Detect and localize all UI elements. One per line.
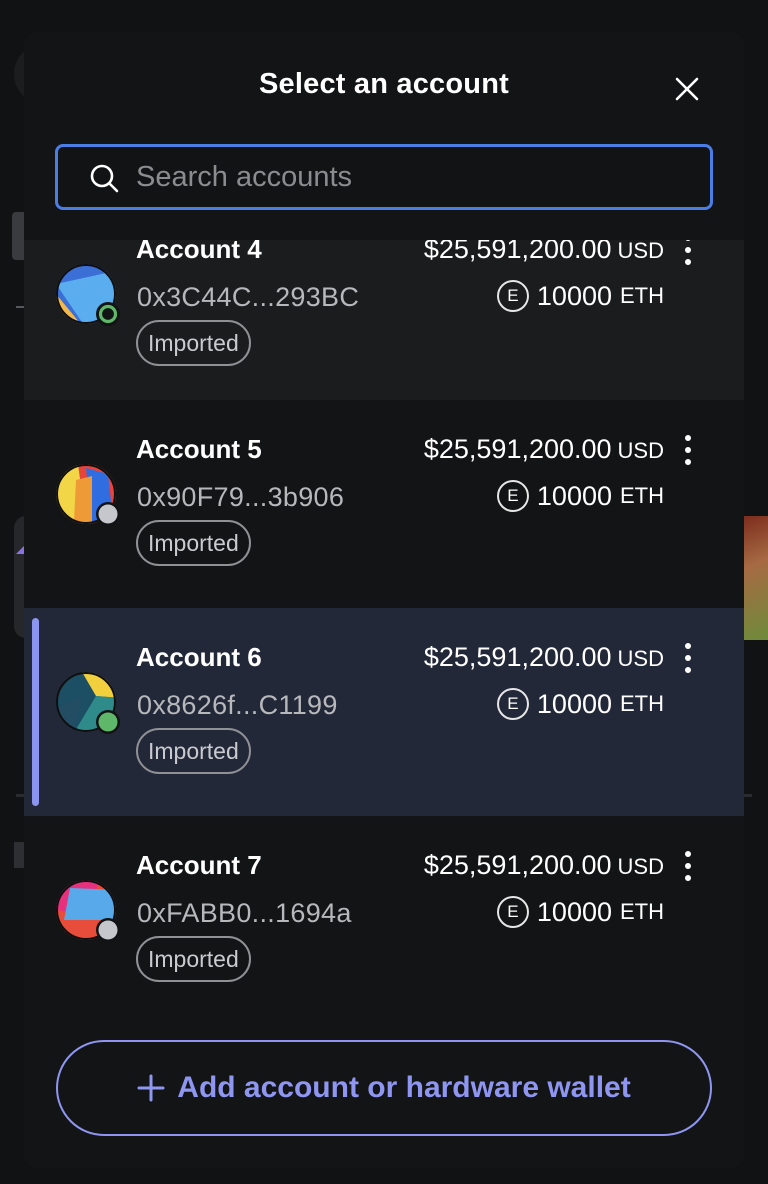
usd-balance: $25,591,200.00 USD bbox=[424, 850, 664, 881]
eth-amount: 10000 bbox=[536, 480, 612, 511]
account-list: Account 4 0x3C44C...293BC Imported $25,5… bbox=[24, 240, 744, 1024]
usd-balance: $25,591,200.00 USD bbox=[424, 240, 664, 265]
eth-balance: E 10000 ETH bbox=[496, 280, 664, 312]
usd-amount: $25,591,200.00 bbox=[423, 850, 612, 880]
more-options-icon[interactable] bbox=[676, 240, 700, 268]
eth-token-icon: E bbox=[496, 688, 529, 720]
add-account-label: Add account or hardware wallet bbox=[177, 1071, 631, 1104]
search-input[interactable] bbox=[136, 155, 696, 199]
add-account-button[interactable]: Add account or hardware wallet bbox=[56, 1040, 712, 1136]
eth-amount: 10000 bbox=[536, 896, 612, 927]
more-options-icon[interactable] bbox=[676, 640, 700, 676]
modal-header: Select an account bbox=[24, 32, 744, 144]
usd-balance: $25,591,200.00 USD bbox=[424, 434, 664, 465]
imported-badge: Imported bbox=[136, 936, 251, 982]
imported-badge: Imported bbox=[136, 320, 251, 366]
account-row[interactable]: Account 5 0x90F79...3b906 Imported $25,5… bbox=[24, 400, 744, 608]
eth-token-icon: E bbox=[496, 480, 529, 512]
plus-icon bbox=[137, 1074, 165, 1102]
eth-token-icon: E bbox=[496, 280, 529, 312]
account-address: 0x8626f...C1199 bbox=[137, 690, 338, 720]
eth-currency: ETH bbox=[620, 691, 664, 716]
eth-token-icon: E bbox=[496, 896, 529, 928]
usd-amount: $25,591,200.00 bbox=[423, 434, 612, 464]
search-box bbox=[55, 144, 713, 210]
search-icon bbox=[90, 164, 119, 193]
more-options-icon[interactable] bbox=[676, 848, 700, 884]
eth-currency: ETH bbox=[620, 483, 664, 508]
eth-currency: ETH bbox=[620, 899, 664, 924]
account-name: Account 4 bbox=[136, 240, 262, 264]
modal-title: Select an account bbox=[259, 68, 509, 100]
imported-badge: Imported bbox=[136, 520, 251, 566]
eth-currency: ETH bbox=[620, 283, 664, 308]
eth-amount: 10000 bbox=[536, 688, 612, 719]
eth-balance: E 10000 ETH bbox=[496, 896, 664, 928]
eth-amount: 10000 bbox=[536, 280, 612, 311]
account-name: Account 7 bbox=[136, 850, 262, 880]
account-selector-modal: Select an account Search accounts Accoun… bbox=[24, 32, 744, 1168]
account-row[interactable]: Account 7 0xFABB0...1694a Imported $25,5… bbox=[24, 816, 744, 1024]
account-name: Account 6 bbox=[136, 642, 262, 672]
account-name: Account 5 bbox=[136, 434, 262, 464]
background-nft-image bbox=[740, 516, 768, 640]
usd-currency: USD bbox=[617, 854, 664, 879]
eth-balance: E 10000 ETH bbox=[496, 480, 664, 512]
account-avatar bbox=[56, 672, 120, 734]
usd-amount: $25,591,200.00 bbox=[423, 240, 612, 264]
account-row[interactable]: Account 4 0x3C44C...293BC Imported $25,5… bbox=[24, 240, 744, 416]
account-avatar bbox=[56, 464, 120, 526]
account-row-selected[interactable]: Account 6 0x8626f...C1199 Imported $25,5… bbox=[24, 608, 744, 816]
close-button[interactable] bbox=[670, 72, 704, 106]
background-card-icon bbox=[16, 546, 24, 554]
account-address: 0x90F79...3b906 bbox=[137, 482, 345, 512]
usd-currency: USD bbox=[617, 240, 664, 263]
selected-indicator bbox=[32, 618, 39, 806]
usd-currency: USD bbox=[617, 646, 664, 671]
usd-currency: USD bbox=[617, 438, 664, 463]
account-avatar bbox=[56, 264, 120, 326]
usd-amount: $25,591,200.00 bbox=[423, 642, 612, 672]
account-address: 0xFABB0...1694a bbox=[137, 898, 352, 928]
imported-badge: Imported bbox=[136, 728, 251, 774]
more-options-icon[interactable] bbox=[676, 432, 700, 468]
account-address: 0x3C44C...293BC bbox=[137, 282, 360, 312]
usd-balance: $25,591,200.00 USD bbox=[424, 642, 664, 673]
close-icon bbox=[675, 77, 699, 101]
eth-balance: E 10000 ETH bbox=[496, 688, 664, 720]
account-avatar bbox=[56, 880, 120, 942]
